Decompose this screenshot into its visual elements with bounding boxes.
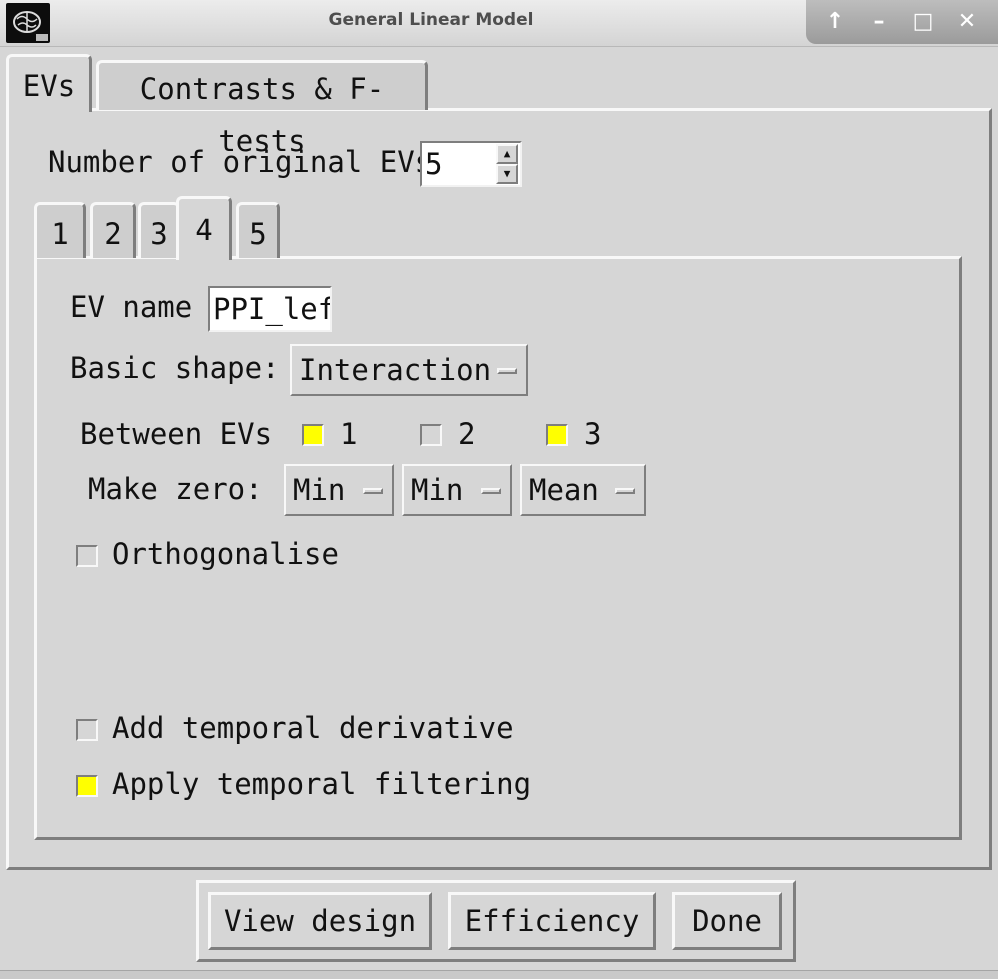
between-ev-1-label: 1 xyxy=(340,417,358,451)
make-zero-label: Make zero: xyxy=(88,472,263,506)
make-zero-menu-2[interactable]: Min xyxy=(402,464,512,516)
between-ev-3-checkbox[interactable] xyxy=(546,424,568,446)
spin-down-icon[interactable]: ▼ xyxy=(496,164,518,184)
spin-up-icon[interactable]: ▲ xyxy=(496,144,518,164)
between-ev-1-checkbox[interactable] xyxy=(302,424,324,446)
window-controls: ↑ – □ ✕ xyxy=(806,0,998,44)
between-ev-3-label: 3 xyxy=(584,417,602,451)
basic-shape-label: Basic shape: xyxy=(70,351,280,385)
ev-tab-5[interactable]: 5 xyxy=(236,202,280,258)
ev-tab-2[interactable]: 2 xyxy=(90,202,136,258)
maximize-up-icon[interactable]: ↑ xyxy=(818,5,852,39)
between-evs-label: Between EVs xyxy=(80,417,273,451)
menu-indicator-icon xyxy=(481,488,501,494)
efficiency-button[interactable]: Efficiency xyxy=(448,892,656,950)
minimize-icon[interactable]: – xyxy=(862,5,896,39)
window-title: General Linear Model xyxy=(328,10,534,30)
menu-indicator-icon xyxy=(497,368,517,374)
temporal-derivative-label: Add temporal derivative xyxy=(112,711,514,745)
ev-name-value: PPI_lef xyxy=(213,292,332,326)
menu-indicator-icon xyxy=(363,488,383,494)
ev-name-field[interactable]: PPI_lef xyxy=(208,286,332,332)
tab-contrasts[interactable]: Contrasts & F-tests xyxy=(96,60,428,158)
basic-shape-value: Interaction xyxy=(299,353,492,387)
done-button[interactable]: Done xyxy=(672,892,782,950)
ev-tab-3[interactable]: 3 xyxy=(138,202,180,258)
menu-indicator-icon xyxy=(615,488,635,494)
basic-shape-menu[interactable]: Interaction xyxy=(290,344,528,396)
make-zero-menu-3[interactable]: Mean xyxy=(520,464,646,516)
ev-name-label: EV name xyxy=(70,290,193,324)
ev-tab-4[interactable]: 4 xyxy=(176,196,232,260)
tab-evs[interactable]: EVs xyxy=(6,54,92,112)
between-ev-2-checkbox[interactable] xyxy=(420,424,442,446)
orthogonalise-checkbox[interactable] xyxy=(76,545,98,567)
view-design-button[interactable]: View design xyxy=(208,892,432,950)
between-ev-2-label: 2 xyxy=(458,417,476,451)
close-icon[interactable]: ✕ xyxy=(950,5,984,39)
temporal-filtering-checkbox[interactable] xyxy=(76,775,98,797)
num-evs-label: Number of original EVs xyxy=(48,145,433,179)
temporal-filtering-label: Apply temporal filtering xyxy=(112,767,532,801)
ev-tab-1[interactable]: 1 xyxy=(34,202,86,258)
num-evs-value: 5 xyxy=(425,147,443,181)
orthogonalise-label: Orthogonalise xyxy=(112,537,339,571)
temporal-derivative-checkbox[interactable] xyxy=(76,719,98,741)
make-zero-menu-1[interactable]: Min xyxy=(284,464,394,516)
restore-icon[interactable]: □ xyxy=(906,5,940,39)
